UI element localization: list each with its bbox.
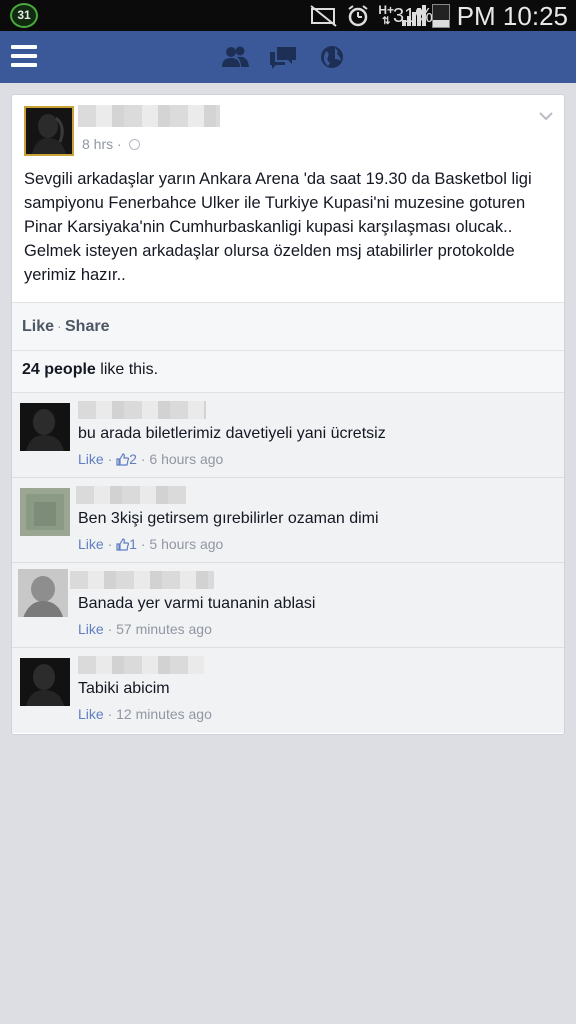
comment-time: 57 minutes ago — [116, 621, 212, 637]
comment-meta: Like · 2 · 6 hours ago — [78, 451, 223, 467]
comment-text: Banada yer varmi tuananin ablasi — [78, 595, 316, 612]
meta-separator: · — [103, 706, 117, 722]
mute-icon — [310, 5, 337, 27]
comment-time: 6 hours ago — [149, 451, 224, 467]
comment-text: Ben 3kişi getirsem gırebilirler ozaman d… — [78, 510, 379, 527]
comment-time: 5 hours ago — [149, 536, 224, 552]
comment-meta: Like · 12 minutes ago — [78, 706, 212, 722]
meta-separator: · — [136, 536, 150, 552]
post-time[interactable]: 8 hrs — [82, 136, 113, 152]
hidden-commenter-name — [76, 486, 186, 504]
comment-item: Ben 3kişi getirsem gırebilirler ozaman d… — [12, 478, 564, 563]
comment-avatar[interactable] — [20, 488, 70, 536]
comment-like-link[interactable]: Like — [78, 621, 104, 637]
friend-requests-icon[interactable] — [220, 43, 250, 71]
post-card: 8 hrs · Sevgili arkadaşlar yarın Ankara … — [11, 94, 565, 735]
post-text: Sevgili arkadaşlar yarın Ankara Arena 'd… — [24, 170, 532, 284]
network-type: H+ — [378, 3, 394, 17]
comment-avatar[interactable] — [20, 658, 70, 706]
post-actions: Like · Share — [12, 302, 564, 351]
notifications-globe-icon[interactable] — [318, 43, 348, 71]
comment-time: 12 minutes ago — [116, 706, 212, 722]
comment-like-link[interactable]: Like — [78, 536, 104, 552]
comment-item: Tabiki abicim Like · 12 minutes ago — [12, 648, 564, 733]
avatar[interactable] — [24, 106, 74, 156]
hidden-commenter-name — [78, 656, 204, 674]
likes-suffix: like this. — [95, 361, 159, 378]
action-separator: · — [57, 318, 62, 334]
like-button[interactable]: Like — [22, 318, 54, 336]
comment-text: Tabiki abicim — [78, 680, 170, 697]
profile-photo — [26, 108, 72, 154]
alarm-icon — [348, 5, 368, 27]
meta-separator: · — [103, 536, 117, 552]
calendar-icon: 31 — [10, 3, 38, 28]
meta-separator: · — [117, 136, 122, 152]
messages-icon[interactable] — [268, 43, 298, 71]
thumbs-up-icon — [116, 453, 130, 466]
likes-summary[interactable]: 24 people like this. — [12, 351, 564, 393]
menu-icon[interactable] — [11, 45, 37, 67]
comment-avatar[interactable] — [20, 403, 70, 451]
hidden-commenter-name — [78, 401, 206, 419]
calendar-day: 31 — [17, 8, 31, 22]
comment-avatar[interactable] — [18, 569, 68, 617]
meta-separator: · — [103, 621, 117, 637]
comment-like-count[interactable]: 2 — [129, 451, 137, 467]
clock: PM 10:25 — [456, 1, 568, 31]
comment-meta: Like · 1 · 5 hours ago — [78, 536, 223, 552]
meta-separator: · — [103, 451, 117, 467]
likes-count: 24 people — [22, 361, 96, 378]
top-nav-bar — [0, 31, 576, 83]
chevron-down-icon[interactable] — [539, 109, 553, 123]
comment-like-link[interactable]: Like — [78, 451, 104, 467]
comment-text: bu arada biletlerimiz davetiyeli yani üc… — [78, 425, 386, 442]
comment-item: bu arada biletlerimiz davetiyeli yani üc… — [12, 393, 564, 478]
hidden-commenter-name — [70, 571, 214, 589]
privacy-globe-icon — [128, 139, 140, 150]
thumbs-up-icon — [116, 538, 130, 551]
battery-icon — [432, 4, 450, 28]
hidden-author-name — [78, 105, 220, 127]
battery-percent: 31% — [393, 5, 434, 27]
network-h-plus-icon: H+ ⇅ — [378, 3, 394, 27]
share-button[interactable]: Share — [65, 318, 109, 336]
comment-like-count[interactable]: 1 — [129, 536, 137, 552]
comment-item: Banada yer varmi tuananin ablasi Like · … — [12, 563, 564, 648]
meta-separator: · — [136, 451, 150, 467]
status-bar: 31 H+ ⇅ 31% PM 10:25 — [0, 0, 576, 31]
comment-like-link[interactable]: Like — [78, 706, 104, 722]
post-meta: 8 hrs · — [82, 136, 140, 152]
comment-meta: Like · 57 minutes ago — [78, 621, 212, 637]
